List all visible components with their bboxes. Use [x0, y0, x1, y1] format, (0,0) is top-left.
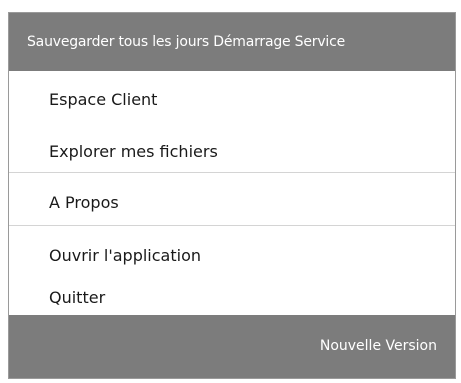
- menu-separator: [9, 172, 455, 173]
- menu-item-espace-client[interactable]: Espace Client: [9, 78, 455, 122]
- menu-item-explorer-fichiers[interactable]: Explorer mes fichiers: [9, 130, 455, 174]
- menu-header-status[interactable]: Sauvegarder tous les jours Démarrage Ser…: [9, 13, 455, 71]
- menu-item-ouvrir-application[interactable]: Ouvrir l'application: [9, 234, 455, 278]
- context-menu: Sauvegarder tous les jours Démarrage Ser…: [8, 12, 456, 379]
- menu-separator: [9, 225, 455, 226]
- menu-item-a-propos[interactable]: A Propos: [9, 181, 455, 225]
- menu-footer-new-version[interactable]: Nouvelle Version: [9, 315, 455, 378]
- menu-item-quitter[interactable]: Quitter: [9, 276, 455, 320]
